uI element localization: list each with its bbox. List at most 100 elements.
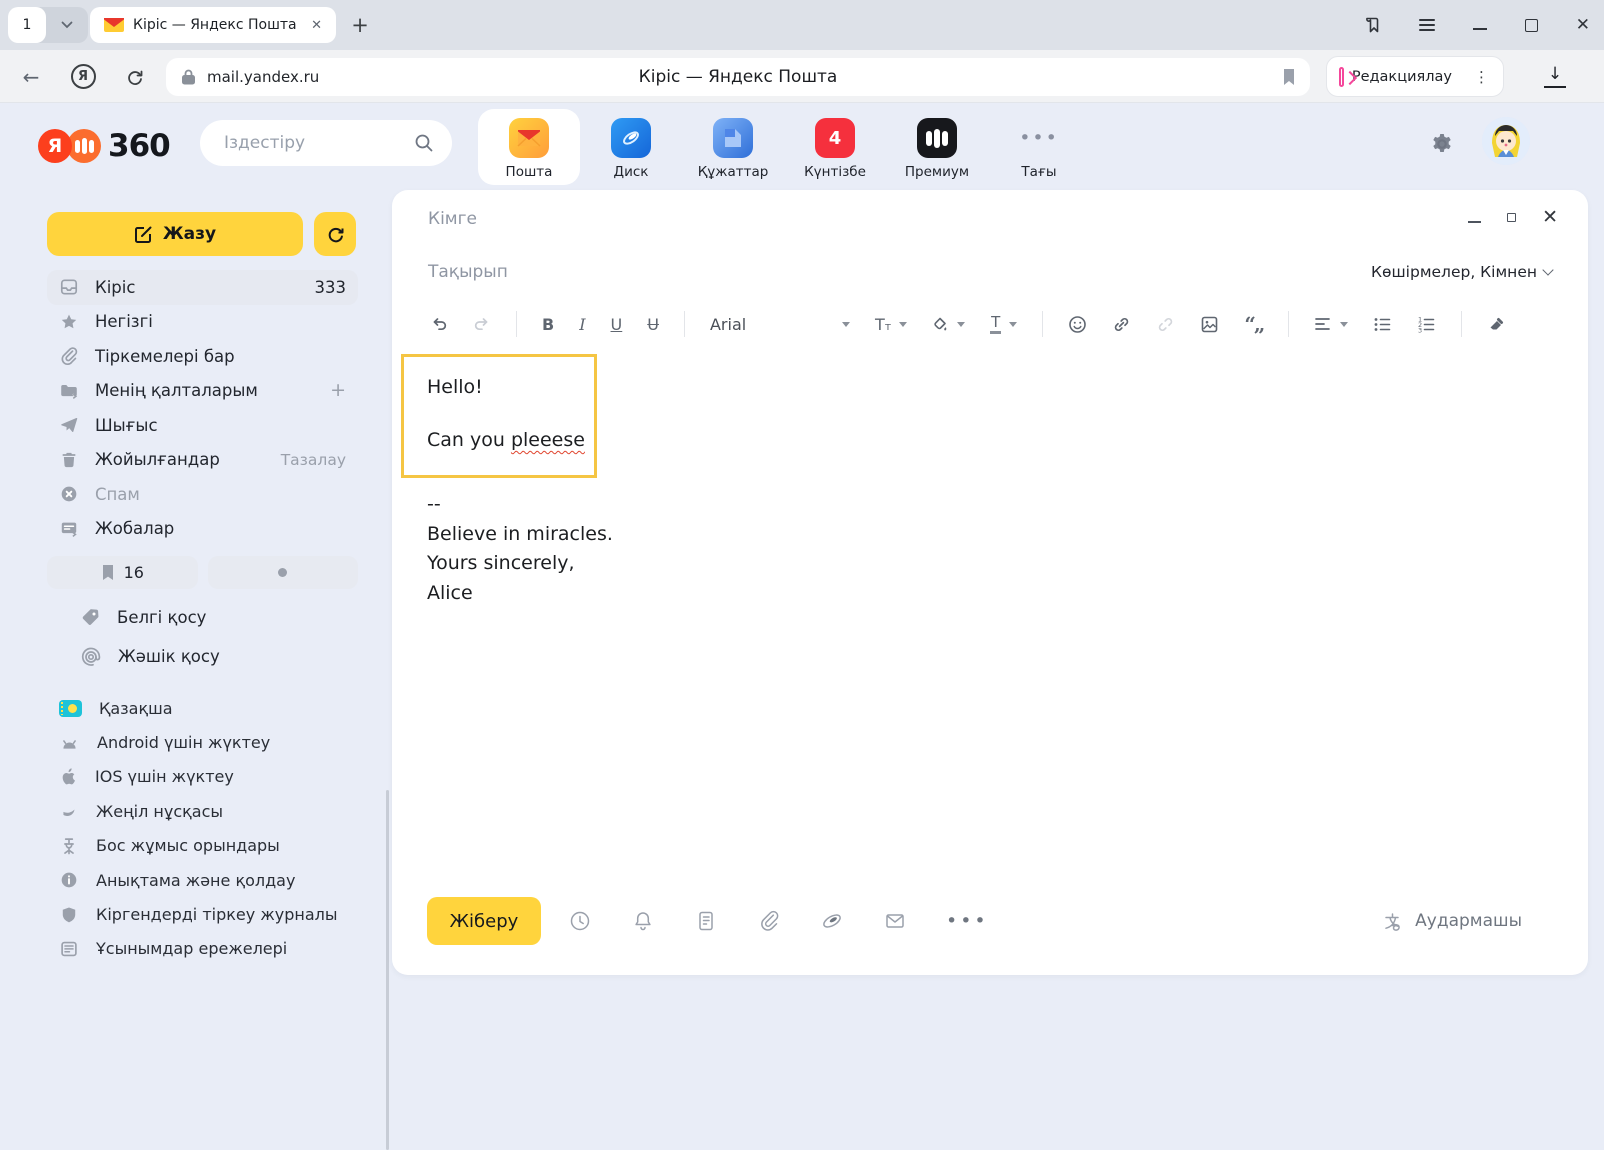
add-folder-icon[interactable]: + [330,381,346,400]
body-line-greeting: Hello! [427,376,594,398]
align-button[interactable] [1314,316,1348,332]
template-note-button[interactable] [694,909,718,933]
link-button[interactable] [1112,315,1131,334]
strikethrough-button[interactable]: U [647,315,659,334]
to-field[interactable]: Кімге [392,190,1588,248]
service-mail[interactable]: Пошта [478,109,580,185]
cc-from-toggle[interactable]: Көшірмелер, Кімнен [1371,263,1552,281]
more-actions-button[interactable]: ••• [946,910,989,932]
link-language[interactable]: Қазақша [59,691,337,725]
bookmark-pill[interactable]: 16 [47,556,198,589]
redo-button[interactable] [473,315,491,333]
to-placeholder: Кімге [428,209,477,229]
link-android[interactable]: Android үшін жүктеу [59,725,337,759]
add-label-action[interactable]: Белгі қосу [80,598,220,637]
tab-list-chevron-icon[interactable] [46,21,88,29]
send-button[interactable]: Жіберу [427,897,541,945]
folder-spam[interactable]: Спам [47,477,358,512]
folder-drafts[interactable]: Жобалар [47,512,358,547]
browser-tab[interactable]: Кіріс — Яндекс Пошта ✕ [90,7,336,43]
highlight-color-button[interactable] [932,316,965,333]
settings-gear-icon[interactable] [1428,130,1456,158]
subject-field[interactable]: Тақырып Көшірмелер, Кімнен [392,248,1588,296]
eraser-button[interactable] [1487,315,1506,334]
link-ios[interactable]: IOS үшін жүктеу [59,760,337,794]
add-mailbox-action[interactable]: Жәшік қосу [80,637,220,676]
window-maximize-button[interactable] [1525,19,1538,32]
clear-trash-link[interactable]: Тазалау [281,451,346,469]
service-disk[interactable]: Диск [580,109,682,185]
back-button[interactable]: ← [16,50,46,103]
search-icon[interactable] [414,133,434,153]
url-text[interactable]: mail.yandex.ru [207,68,319,86]
schedule-send-button[interactable] [568,909,592,933]
text-color-button[interactable]: T [990,314,1017,334]
browser-tab-bar: 1 Кіріс — Яндекс Пошта ✕ + ✕ [0,0,1604,50]
blockquote-button[interactable]: “„ [1244,312,1263,336]
reminder-bell-button[interactable] [631,909,655,933]
folder-my-folders[interactable]: Менің қалталарым + [47,374,358,409]
compose-button[interactable]: Жазу [47,212,303,256]
downloads-button[interactable]: ↓ [1544,64,1566,88]
window-close-button[interactable]: ✕ [1576,15,1590,35]
italic-button[interactable]: I [579,315,585,334]
search-input[interactable]: Іздестіру [200,120,452,166]
attach-file-button[interactable] [757,909,781,933]
message-body[interactable]: Hello! Can you pleeese -- Believe in mir… [392,346,1588,879]
undo-button[interactable] [430,315,448,333]
misspelled-word: pleeese [511,429,585,451]
new-tab-button[interactable]: + [346,11,374,39]
tab-counter-widget[interactable]: 1 [8,7,88,43]
service-label: Құжаттар [698,164,769,180]
browser-menu-icon[interactable] [1419,16,1435,34]
chevron-down-icon [1542,264,1553,275]
link-recommendation-rules[interactable]: Ұсынымдар ережелері [59,932,337,966]
reload-button[interactable] [120,50,150,103]
sidebar-scrollbar[interactable] [386,790,389,1150]
folder-trash[interactable]: Жойылғандар Тазалау [47,443,358,478]
font-family-select[interactable]: Arial [710,315,850,334]
compose-restore-button[interactable] [1507,213,1516,222]
shield-icon [59,905,79,925]
folder-inbox[interactable]: Кіріс 333 [47,270,358,305]
user-avatar[interactable] [1482,117,1530,165]
address-bar[interactable]: mail.yandex.ru Кіріс — Яндекс Пошта [166,58,1310,96]
service-more[interactable]: ••• Тағы [988,109,1090,185]
insert-image-button[interactable] [1200,315,1219,334]
edit-pill[interactable]: Редакциялау ⋮ [1326,56,1504,97]
service-docs[interactable]: Құжаттар [682,109,784,185]
emoji-button[interactable] [1068,315,1087,334]
signature-block: -- Believe in miracles. Yours sincerely,… [427,490,613,608]
compose-close-button[interactable]: ✕ [1542,206,1558,228]
link-help[interactable]: Анықтама және қолдау [59,863,337,897]
side-panel-icon[interactable] [1362,16,1381,35]
underline-button[interactable]: U [611,315,623,334]
link-vacancies[interactable]: Бос жұмыс орындары [59,829,337,863]
bookmark-icon[interactable] [1282,68,1296,86]
numbered-list-button[interactable]: 123 [1417,316,1436,333]
bullet-list-button[interactable] [1373,316,1392,333]
unlink-button[interactable] [1156,315,1175,334]
folder-attachments[interactable]: Тіркемелері бар [47,339,358,374]
service-calendar[interactable]: 4 Күнтізбе [784,109,886,185]
yandex360-logo[interactable]: Я 360 [38,128,170,164]
link-light-version[interactable]: Жеңіл нұсқасы [59,794,337,828]
yandex-browser-button[interactable]: Я [68,50,98,103]
folder-sent[interactable]: Шығыс [47,408,358,443]
bold-button[interactable]: B [542,315,554,334]
attach-from-mail-button[interactable] [883,909,907,933]
service-premium[interactable]: Премиум [886,109,988,185]
translator-button[interactable]: Аудармашы [1381,909,1522,933]
link-login-journal[interactable]: Кіргендерді тіркеу журналы [59,897,337,931]
compose-minimize-button[interactable] [1468,221,1481,223]
refresh-button[interactable] [314,212,356,256]
tab-counter[interactable]: 1 [8,7,46,43]
edit-more-icon[interactable]: ⋮ [1468,68,1495,86]
window-minimize-button[interactable] [1473,28,1487,30]
service-label: Премиум [905,164,969,180]
dot-pill[interactable] [208,556,359,589]
font-size-button[interactable]: Tт [875,315,907,334]
tab-close-icon[interactable]: ✕ [307,16,326,35]
attach-from-disk-button[interactable] [820,909,844,933]
folder-important[interactable]: Негізгі [47,305,358,340]
